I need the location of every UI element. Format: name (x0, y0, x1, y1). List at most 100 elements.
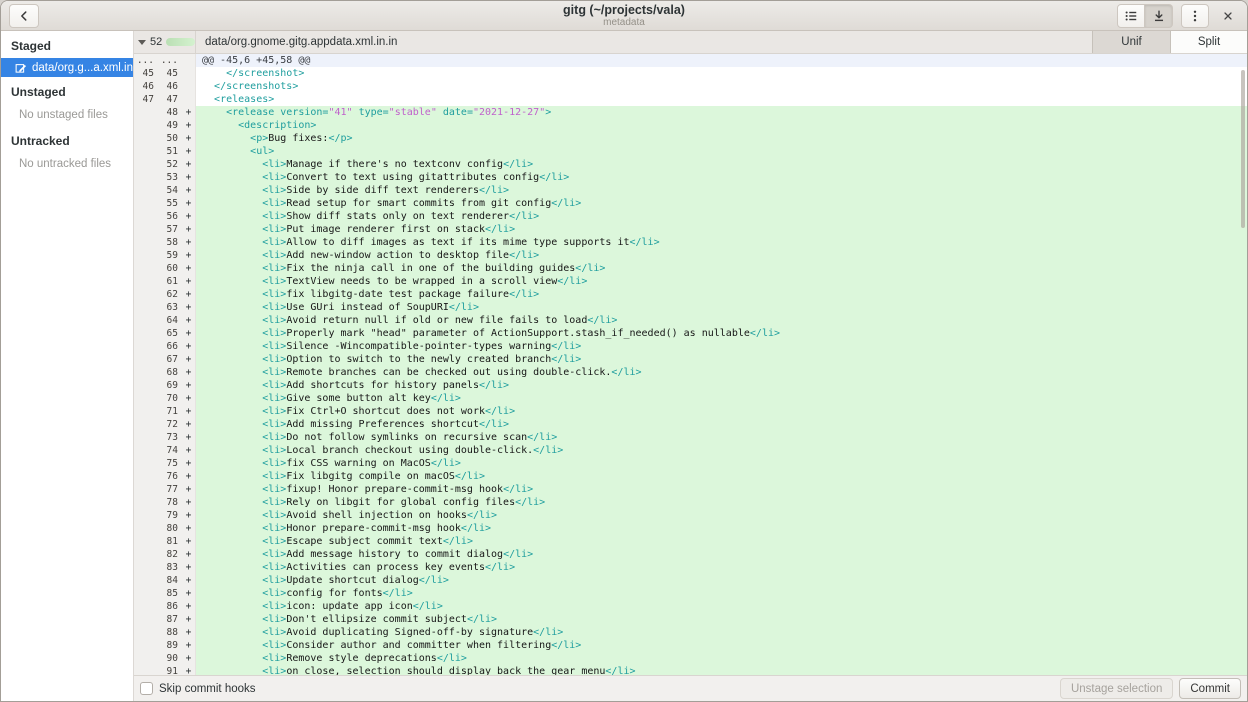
diff-line[interactable]: 67+ <li>Option to switch to the newly cr… (134, 353, 1247, 366)
diff-line[interactable]: 69+ <li>Add shortcuts for history panels… (134, 379, 1247, 392)
diff-line[interactable]: 90+ <li>Remove style deprecations</li> (134, 652, 1247, 665)
new-line-number: 85 (158, 587, 182, 600)
diff-line[interactable]: 89+ <li>Consider author and committer wh… (134, 639, 1247, 652)
headerbar: gitg (~/projects/vala) metadata (1, 1, 1247, 31)
diff-sign: + (182, 496, 196, 509)
diff-line[interactable]: 65+ <li>Properly mark "head" parameter o… (134, 327, 1247, 340)
diff-line[interactable]: 64+ <li>Avoid return null if old or new … (134, 314, 1247, 327)
list-view-button[interactable] (1117, 4, 1145, 28)
diff-line[interactable]: 59+ <li>Add new-window action to desktop… (134, 249, 1247, 262)
diff-line[interactable]: 91+ <li>on close, selection should displ… (134, 665, 1247, 675)
diff-line[interactable]: 48+ <release version="41" type="stable" … (134, 106, 1247, 119)
diff-line[interactable]: 83+ <li>Activities can process key event… (134, 561, 1247, 574)
new-line-number: 48 (158, 106, 182, 119)
diff-line[interactable]: 55+ <li>Read setup for smart commits fro… (134, 197, 1247, 210)
diff-line[interactable]: 50+ <p>Bug fixes:</p> (134, 132, 1247, 145)
diff-sign: + (182, 366, 196, 379)
old-line-number (134, 431, 158, 444)
old-line-number (134, 171, 158, 184)
diff-sign: + (182, 236, 196, 249)
diff-line-code: <li>Avoid duplicating Signed-off-by sign… (196, 626, 1247, 639)
diff-line[interactable]: 84+ <li>Update shortcut dialog</li> (134, 574, 1247, 587)
back-button[interactable] (9, 4, 39, 28)
diff-line[interactable]: 75+ <li>fix CSS warning on MacOS</li> (134, 457, 1247, 470)
diff-sign: + (182, 353, 196, 366)
diff-line[interactable]: 66+ <li>Silence -Wincompatible-pointer-t… (134, 340, 1247, 353)
diff-line[interactable]: 80+ <li>Honor prepare-commit-msg hook</l… (134, 522, 1247, 535)
vertical-scrollbar-thumb[interactable] (1241, 70, 1245, 228)
new-line-number: 61 (158, 275, 182, 288)
skip-hooks-checkbox[interactable] (140, 682, 153, 695)
commit-button[interactable]: Commit (1179, 678, 1241, 699)
diff-line-code: <li>Avoid shell injection on hooks</li> (196, 509, 1247, 522)
diff-line-code: <li>Honor prepare-commit-msg hook</li> (196, 522, 1247, 535)
diff-line[interactable]: 71+ <li>Fix Ctrl+O shortcut does not wor… (134, 405, 1247, 418)
diff-line[interactable]: 53+ <li>Convert to text using gitattribu… (134, 171, 1247, 184)
diff-line[interactable]: 4747 <releases> (134, 93, 1247, 106)
diff-sign: + (182, 379, 196, 392)
diff-line[interactable]: 63+ <li>Use GUri instead of SoupURI</li> (134, 301, 1247, 314)
diff-sign (182, 54, 196, 67)
diff-line-code: <li>Read setup for smart commits from gi… (196, 197, 1247, 210)
old-line-number: 45 (134, 67, 158, 80)
window-close-button[interactable] (1215, 4, 1241, 28)
diff-line-code: <li>Do not follow symlinks on recursive … (196, 431, 1247, 444)
diff-line[interactable]: 4646 </screenshots> (134, 80, 1247, 93)
old-line-number (134, 119, 158, 132)
staged-file-label: data/org.g...a.xml.in.in (32, 62, 134, 74)
diff-line[interactable]: 49+ <description> (134, 119, 1247, 132)
additions-count: 52 (150, 36, 162, 48)
triangle-down-icon[interactable] (138, 40, 146, 45)
old-line-number (134, 223, 158, 236)
old-line-number (134, 561, 158, 574)
diff-line[interactable]: 62+ <li>fix libgitg-date test package fa… (134, 288, 1247, 301)
diff-line[interactable]: ......@@ -45,6 +45,58 @@ (134, 54, 1247, 67)
old-line-number: 47 (134, 93, 158, 106)
diff-line-code: <li>Remote branches can be checked out u… (196, 366, 1247, 379)
diff-line[interactable]: 70+ <li>Give some button alt key</li> (134, 392, 1247, 405)
diff-line[interactable]: 58+ <li>Allow to diff images as text if … (134, 236, 1247, 249)
diff-mode-toggle: Unif Split (1092, 31, 1247, 53)
diff-line[interactable]: 60+ <li>Fix the ninja call in one of the… (134, 262, 1247, 275)
diff-line[interactable]: 77+ <li>fixup! Honor prepare-commit-msg … (134, 483, 1247, 496)
diff-sign: + (182, 106, 196, 119)
diff-line[interactable]: 4545 </screenshot> (134, 67, 1247, 80)
new-line-number: 71 (158, 405, 182, 418)
diff-line-code: </screenshot> (196, 67, 1247, 80)
diff-line[interactable]: 86+ <li>icon: update app icon</li> (134, 600, 1247, 613)
diff-line[interactable]: 88+ <li>Avoid duplicating Signed-off-by … (134, 626, 1247, 639)
new-line-number: 90 (158, 652, 182, 665)
diff-line[interactable]: 73+ <li>Do not follow symlinks on recurs… (134, 431, 1247, 444)
diff-line[interactable]: 52+ <li>Manage if there's no textconv co… (134, 158, 1247, 171)
diff-sign: + (182, 132, 196, 145)
unified-view-button[interactable]: Unif (1093, 31, 1170, 53)
diff-line[interactable]: 61+ <li>TextView needs to be wrapped in … (134, 275, 1247, 288)
diff-line[interactable]: 56+ <li>Show diff stats only on text ren… (134, 210, 1247, 223)
menu-button[interactable] (1181, 4, 1209, 28)
new-line-number: 58 (158, 236, 182, 249)
diff-sign: + (182, 158, 196, 171)
diff-sign: + (182, 249, 196, 262)
diff-line[interactable]: 82+ <li>Add message history to commit di… (134, 548, 1247, 561)
diff-line[interactable]: 81+ <li>Escape subject commit text</li> (134, 535, 1247, 548)
vertical-dots-menu-icon (1188, 9, 1202, 23)
diff-line[interactable]: 72+ <li>Add missing Preferences shortcut… (134, 418, 1247, 431)
diff-line[interactable]: 51+ <ul> (134, 145, 1247, 158)
diff-line[interactable]: 76+ <li>Fix libgitg compile on macOS</li… (134, 470, 1247, 483)
old-line-number (134, 314, 158, 327)
diff-line[interactable]: 54+ <li>Side by side diff text renderers… (134, 184, 1247, 197)
diff-line[interactable]: 79+ <li>Avoid shell injection on hooks</… (134, 509, 1247, 522)
diff-line[interactable]: 87+ <li>Don't ellipsize commit subject</… (134, 613, 1247, 626)
diff-line[interactable]: 68+ <li>Remote branches can be checked o… (134, 366, 1247, 379)
diff-view-button[interactable] (1145, 4, 1173, 28)
split-view-button[interactable]: Split (1170, 31, 1247, 53)
diff-line[interactable]: 74+ <li>Local branch checkout using doub… (134, 444, 1247, 457)
unstage-selection-button[interactable]: Unstage selection (1060, 678, 1173, 699)
diff-line[interactable]: 85+ <li>config for fonts</li> (134, 587, 1247, 600)
sidebar-item-staged-file[interactable]: data/org.g...a.xml.in.in (1, 58, 133, 77)
new-line-number: 87 (158, 613, 182, 626)
window-subtitle: metadata (1, 17, 1247, 28)
diff-line[interactable]: 57+ <li>Put image renderer first on stac… (134, 223, 1247, 236)
diff-line-code: <li>Manage if there's no textconv config… (196, 158, 1247, 171)
diff-line[interactable]: 78+ <li>Rely on libgit for global config… (134, 496, 1247, 509)
